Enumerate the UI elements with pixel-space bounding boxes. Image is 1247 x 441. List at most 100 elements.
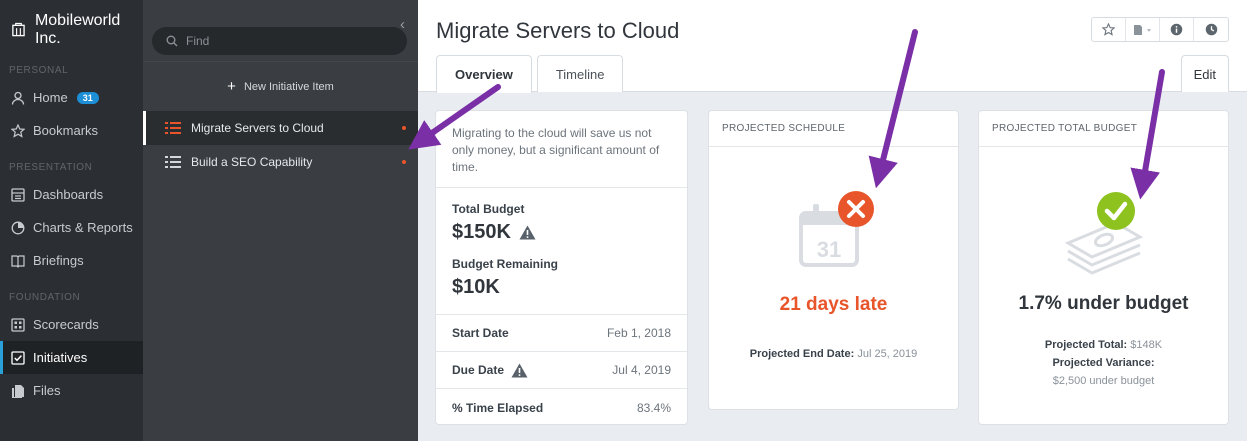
card-header: PROJECTED TOTAL BUDGET (979, 111, 1228, 147)
status-dot (402, 126, 406, 130)
projected-variance-label: Projected Variance: (979, 354, 1228, 372)
star-icon (1102, 23, 1115, 36)
initiative-list-panel: ‹ + New Initiative Item Migrate Servers … (143, 0, 418, 441)
variance-label: Projected Variance: (1052, 357, 1155, 369)
header-toolbar (1091, 17, 1229, 42)
sidebar-item-initiatives[interactable]: Initiatives (0, 341, 143, 374)
files-icon (12, 384, 24, 398)
checkbox-icon (11, 350, 25, 365)
projected-schedule-card: PROJECTED SCHEDULE 31 21 days late Proje… (708, 110, 959, 410)
tab-bar: Overview Timeline (436, 55, 624, 93)
initiative-row[interactable]: Build a SEO Capability (143, 145, 418, 179)
start-date-label: Start Date (452, 326, 509, 340)
notification-badge: 31 (76, 91, 99, 104)
sidebar-item-files[interactable]: Files (0, 374, 143, 407)
due-date-label-group: Due Date (452, 363, 528, 378)
new-initiative-item-button[interactable]: + New Initiative Item (143, 61, 418, 111)
search-icon (166, 35, 178, 47)
due-date-label: Due Date (452, 363, 505, 377)
pie-chart-icon (11, 221, 25, 234)
total-budget-amount: $150K (452, 221, 511, 243)
sidebar-item-dashboards[interactable]: Dashboards (0, 178, 143, 211)
calendar-late-icon: 31 (798, 191, 874, 267)
sidebar-item-label: Scorecards (33, 317, 99, 332)
warning-icon (519, 225, 536, 240)
start-date-row: Start Date Feb 1, 2018 (436, 315, 687, 352)
person-icon (11, 91, 25, 105)
sidebar-item-label: Home (33, 90, 68, 105)
bookmark-button[interactable] (1092, 18, 1126, 41)
warning-icon (511, 363, 528, 377)
page-title: Migrate Servers to Cloud (436, 18, 680, 43)
org-switcher[interactable]: Mobileworld Inc. (0, 0, 143, 59)
sidebar-item-label: Briefings (33, 253, 84, 268)
sidebar-item-scorecards[interactable]: Scorecards (0, 308, 143, 341)
initiative-description: Migrating to the cloud will save us not … (436, 111, 687, 188)
initiative-details-card: Migrating to the cloud will save us not … (435, 110, 688, 425)
projected-variance-value: $2,500 under budget (979, 372, 1228, 390)
tab-overview[interactable]: Overview (436, 55, 532, 93)
initiative-name: Migrate Servers to Cloud (191, 121, 324, 135)
sidebar-item-bookmarks[interactable]: Bookmarks (0, 114, 143, 147)
new-item-label: New Initiative Item (243, 80, 334, 93)
edit-button[interactable]: Edit (1180, 55, 1229, 92)
sidebar-item-home[interactable]: Home 31 (0, 81, 143, 114)
scorecard-icon (11, 317, 25, 332)
time-elapsed-row: % Time Elapsed 83.4% (436, 389, 687, 426)
projected-total-value: $148K (1130, 339, 1163, 351)
budget-remaining-value: $10K (452, 276, 500, 298)
star-icon (11, 123, 25, 138)
section-foundation: FOUNDATION (9, 291, 81, 303)
sidebar-item-label: Files (33, 383, 61, 398)
history-button[interactable] (1194, 18, 1228, 41)
initiative-row[interactable]: Migrate Servers to Cloud (143, 111, 418, 145)
sidebar-item-label: Bookmarks (33, 123, 99, 138)
initiative-name: Build a SEO Capability (191, 155, 313, 169)
tab-timeline[interactable]: Timeline (536, 55, 624, 92)
total-budget-value: $150K (452, 221, 671, 244)
export-menu-button[interactable] (1126, 18, 1160, 41)
sidebar-item-charts-reports[interactable]: Charts & Reports (0, 211, 143, 244)
info-icon (1170, 23, 1183, 36)
clock-icon (1205, 23, 1217, 36)
book-icon (11, 254, 25, 268)
budget-status: 1.7% under budget (1018, 293, 1189, 314)
due-date-row: Due Date Jul 4, 2019 (436, 352, 687, 389)
search-box[interactable] (152, 27, 407, 55)
list-icon (165, 156, 181, 168)
list-header (143, 0, 418, 59)
end-date-value: Jul 25, 2019 (857, 348, 918, 360)
sidebar-nav: Mobileworld Inc. PERSONAL Home 31 Bookma… (0, 0, 143, 441)
plus-icon: + (227, 78, 236, 95)
dashboard-icon (11, 187, 25, 202)
export-icon (1133, 24, 1151, 35)
section-presentation: PRESENTATION (9, 161, 93, 173)
main-content: Migrate Servers to Cloud Overview Timeli… (418, 0, 1247, 441)
projected-end-date: Projected End Date: Jul 25, 2019 (709, 345, 958, 363)
variance-value: $2,500 under budget (1052, 375, 1155, 387)
budget-remaining-label: Budget Remaining (452, 257, 559, 271)
building-icon (12, 22, 25, 36)
schedule-status: 21 days late (779, 294, 888, 315)
page-header: Migrate Servers to Cloud Overview Timeli… (418, 0, 1247, 93)
time-elapsed-label: % Time Elapsed (452, 400, 544, 415)
end-date-label: Projected End Date: (749, 348, 855, 360)
projected-total-label: Projected Total: (1044, 339, 1128, 351)
total-budget-label: Total Budget (452, 202, 525, 216)
sidebar-item-briefings[interactable]: Briefings (0, 244, 143, 277)
sidebar-item-label: Initiatives (33, 350, 88, 365)
sidebar-item-label: Dashboards (33, 187, 104, 202)
search-input[interactable] (186, 34, 386, 48)
start-date-value: Feb 1, 2018 (606, 326, 671, 340)
budget-block: Total Budget $150K Budget Remaining $10K (436, 188, 687, 315)
sidebar-item-label: Charts & Reports (33, 220, 133, 235)
money-ok-icon (1064, 192, 1143, 275)
org-name: Mobileworld Inc. (34, 11, 121, 47)
due-date-value: Jul 4, 2019 (612, 363, 671, 377)
projected-budget-card: PROJECTED TOTAL BUDGET 1.7% under budget… (978, 110, 1229, 425)
info-button[interactable] (1160, 18, 1194, 41)
status-dot (402, 160, 406, 164)
list-icon (165, 122, 181, 134)
projected-total: Projected Total: $148K (979, 336, 1228, 354)
card-header: PROJECTED SCHEDULE (709, 111, 958, 147)
